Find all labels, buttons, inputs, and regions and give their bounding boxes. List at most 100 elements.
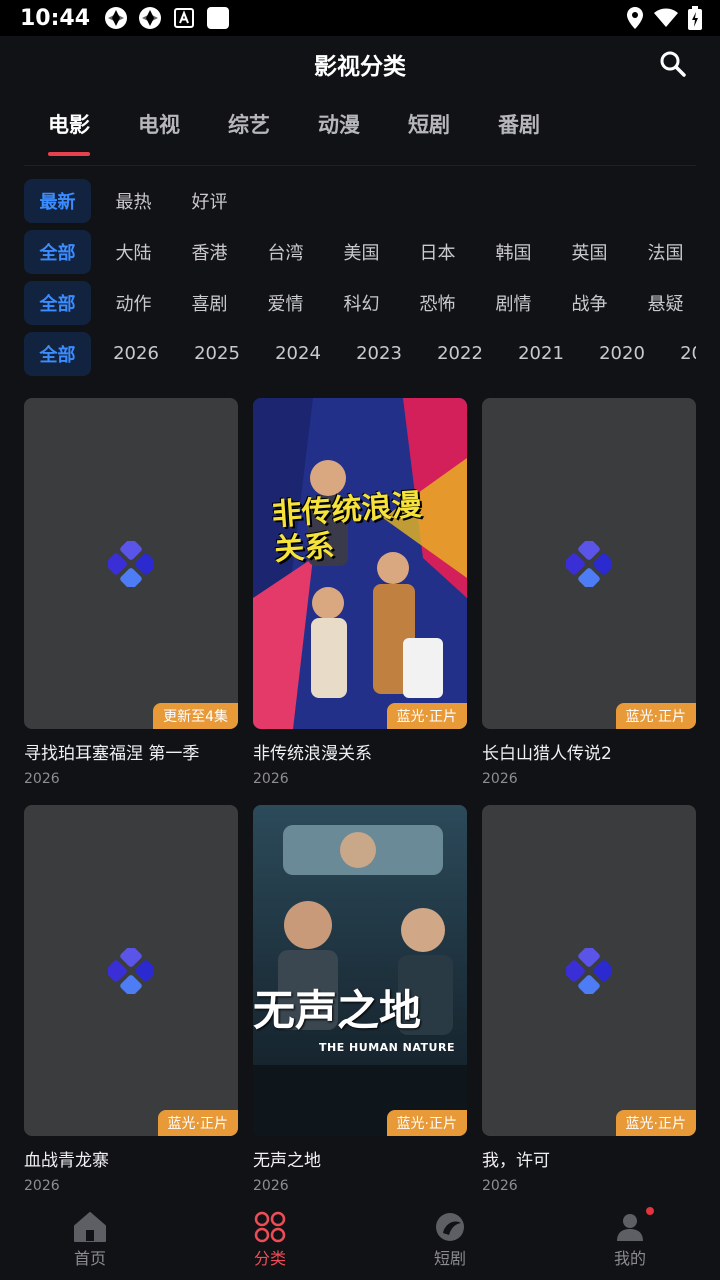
filter-chip[interactable]: 2025 [181, 332, 253, 376]
page-header: 影视分类 [0, 36, 720, 92]
movie-poster: 非传统浪漫关系 蓝光·正片 [253, 398, 467, 729]
quality-badge: 蓝光·正片 [386, 703, 467, 729]
notification-dot [644, 1205, 656, 1217]
filter-chip[interactable]: 科幻 [328, 281, 395, 325]
filter-chip[interactable]: 动作 [100, 281, 167, 325]
movie-title: 长白山猎人传说2 [482, 744, 612, 764]
nav-category[interactable]: 分类 [180, 1200, 360, 1280]
filter-chip[interactable]: 2020 [586, 332, 658, 376]
movie-card[interactable]: 蓝光·正片 血战青龙寨 2026 [24, 805, 238, 1212]
app-square-icon [206, 6, 230, 30]
movie-card[interactable]: 更新至4集 寻找珀耳塞福涅 第一季 2026 [24, 398, 238, 805]
filter-chip[interactable]: 2019 [667, 332, 696, 376]
poster-subtitle: THE HUMAN NATURE [319, 1041, 455, 1054]
poster-title-art: 无声之地 [253, 986, 422, 1035]
tab-variety[interactable]: 综艺 [204, 96, 294, 152]
region-filter-row: 全部 大陆 香港 台湾 美国 日本 韩国 英国 法国 [24, 226, 696, 277]
nav-profile[interactable]: 我的 [540, 1200, 720, 1280]
movie-title: 血战青龙寨 [24, 1151, 109, 1171]
filter-chip[interactable]: 2021 [505, 332, 577, 376]
category-icon [254, 1211, 286, 1243]
movie-year: 2026 [253, 1178, 289, 1194]
filter-chip[interactable]: 全部 [24, 229, 91, 274]
location-icon [626, 6, 644, 34]
filter-panel: 最新 最热 好评 全部 大陆 香港 台湾 美国 日本 韩国 英国 法国 全部 动… [24, 175, 696, 379]
filter-chip[interactable]: 2026 [100, 332, 172, 376]
quality-badge: 蓝光·正片 [615, 1110, 696, 1136]
short-drama-icon [436, 1213, 464, 1241]
movie-title: 非传统浪漫关系 [253, 744, 372, 764]
nav-label: 我的 [613, 1249, 646, 1268]
filter-chip[interactable]: 恐怖 [404, 281, 471, 325]
movie-year: 2026 [482, 1178, 518, 1194]
nav-short-drama[interactable]: 短剧 [360, 1200, 540, 1280]
home-icon [74, 1212, 106, 1242]
filter-chip[interactable]: 法国 [632, 230, 696, 274]
poster-placeholder: 更新至4集 [24, 398, 238, 729]
tab-movie[interactable]: 电影 [24, 96, 114, 156]
placeholder-logo-icon [566, 540, 612, 587]
nav-label: 短剧 [433, 1249, 466, 1268]
filter-chip[interactable]: 日本 [404, 230, 471, 274]
bottom-nav: 首页 分类 短剧 我的 [0, 1200, 720, 1280]
category-tabs: 电影 电视 综艺 动漫 短剧 番剧 [24, 96, 696, 166]
battery-icon [688, 6, 702, 34]
movie-card[interactable]: 蓝光·正片 长白山猎人传说2 2026 [482, 398, 696, 805]
filter-chip[interactable]: 战争 [556, 281, 623, 325]
filter-chip[interactable]: 最新 [24, 178, 91, 223]
filter-chip[interactable]: 2024 [262, 332, 334, 376]
movie-card[interactable]: 无声之地 THE HUMAN NATURE 蓝光·正片 无声之地 2026 [253, 805, 467, 1212]
nav-label: 首页 [73, 1249, 106, 1268]
filter-chip[interactable]: 大陆 [100, 230, 167, 274]
filter-chip[interactable]: 韩国 [480, 230, 547, 274]
movie-title: 寻找珀耳塞福涅 第一季 [24, 744, 200, 764]
sort-filter-row: 最新 最热 好评 [24, 175, 696, 226]
filter-chip[interactable]: 2023 [343, 332, 415, 376]
filter-chip[interactable]: 悬疑 [632, 281, 696, 325]
page-title: 影视分类 [314, 54, 406, 80]
tab-tv[interactable]: 电视 [114, 96, 204, 152]
poster-title-art: 非传统浪漫关系 [270, 487, 423, 568]
movie-grid: 更新至4集 寻找珀耳塞福涅 第一季 2026 非传统浪漫关系 蓝光·正片 非传统… [24, 398, 696, 1212]
movie-year: 2026 [482, 771, 518, 787]
filter-chip[interactable]: 英国 [556, 230, 623, 274]
movie-year: 2026 [24, 771, 60, 787]
app-notification-icon [138, 6, 162, 30]
movie-title: 无声之地 [253, 1151, 321, 1171]
filter-chip[interactable]: 2022 [424, 332, 496, 376]
poster-placeholder: 蓝光·正片 [24, 805, 238, 1136]
placeholder-logo-icon [566, 947, 612, 994]
placeholder-logo-icon [108, 947, 154, 994]
status-time: 10:44 [20, 5, 91, 31]
quality-badge: 蓝光·正片 [157, 1110, 238, 1136]
filter-chip[interactable]: 剧情 [480, 281, 547, 325]
filter-chip[interactable]: 台湾 [252, 230, 319, 274]
update-badge: 更新至4集 [153, 703, 238, 729]
profile-icon [617, 1214, 643, 1241]
filter-chip[interactable]: 香港 [176, 230, 243, 274]
movie-card[interactable]: 非传统浪漫关系 蓝光·正片 非传统浪漫关系 2026 [253, 398, 467, 805]
movie-year: 2026 [24, 1178, 60, 1194]
quality-badge: 蓝光·正片 [615, 703, 696, 729]
year-filter-row: 全部 2026 2025 2024 2023 2022 2021 2020 20… [24, 328, 696, 379]
movie-card[interactable]: 蓝光·正片 我，许可 2026 [482, 805, 696, 1212]
placeholder-logo-icon [108, 540, 154, 587]
filter-chip[interactable]: 全部 [24, 331, 91, 376]
movie-title: 我，许可 [482, 1151, 550, 1171]
tab-anime[interactable]: 动漫 [294, 96, 384, 152]
tab-short-drama[interactable]: 短剧 [384, 96, 474, 152]
filter-chip[interactable]: 爱情 [252, 281, 319, 325]
filter-chip[interactable]: 最热 [100, 179, 167, 223]
quality-badge: 蓝光·正片 [386, 1110, 467, 1136]
font-icon [172, 6, 196, 30]
nav-home[interactable]: 首页 [0, 1200, 180, 1280]
poster-placeholder: 蓝光·正片 [482, 398, 696, 729]
app-notification-icon [104, 6, 128, 30]
filter-chip[interactable]: 好评 [176, 179, 243, 223]
search-icon[interactable] [658, 49, 688, 79]
filter-chip[interactable]: 全部 [24, 280, 91, 325]
tab-fan-drama[interactable]: 番剧 [474, 96, 564, 152]
status-bar: 10:44 [0, 0, 720, 36]
filter-chip[interactable]: 喜剧 [176, 281, 243, 325]
filter-chip[interactable]: 美国 [328, 230, 395, 274]
